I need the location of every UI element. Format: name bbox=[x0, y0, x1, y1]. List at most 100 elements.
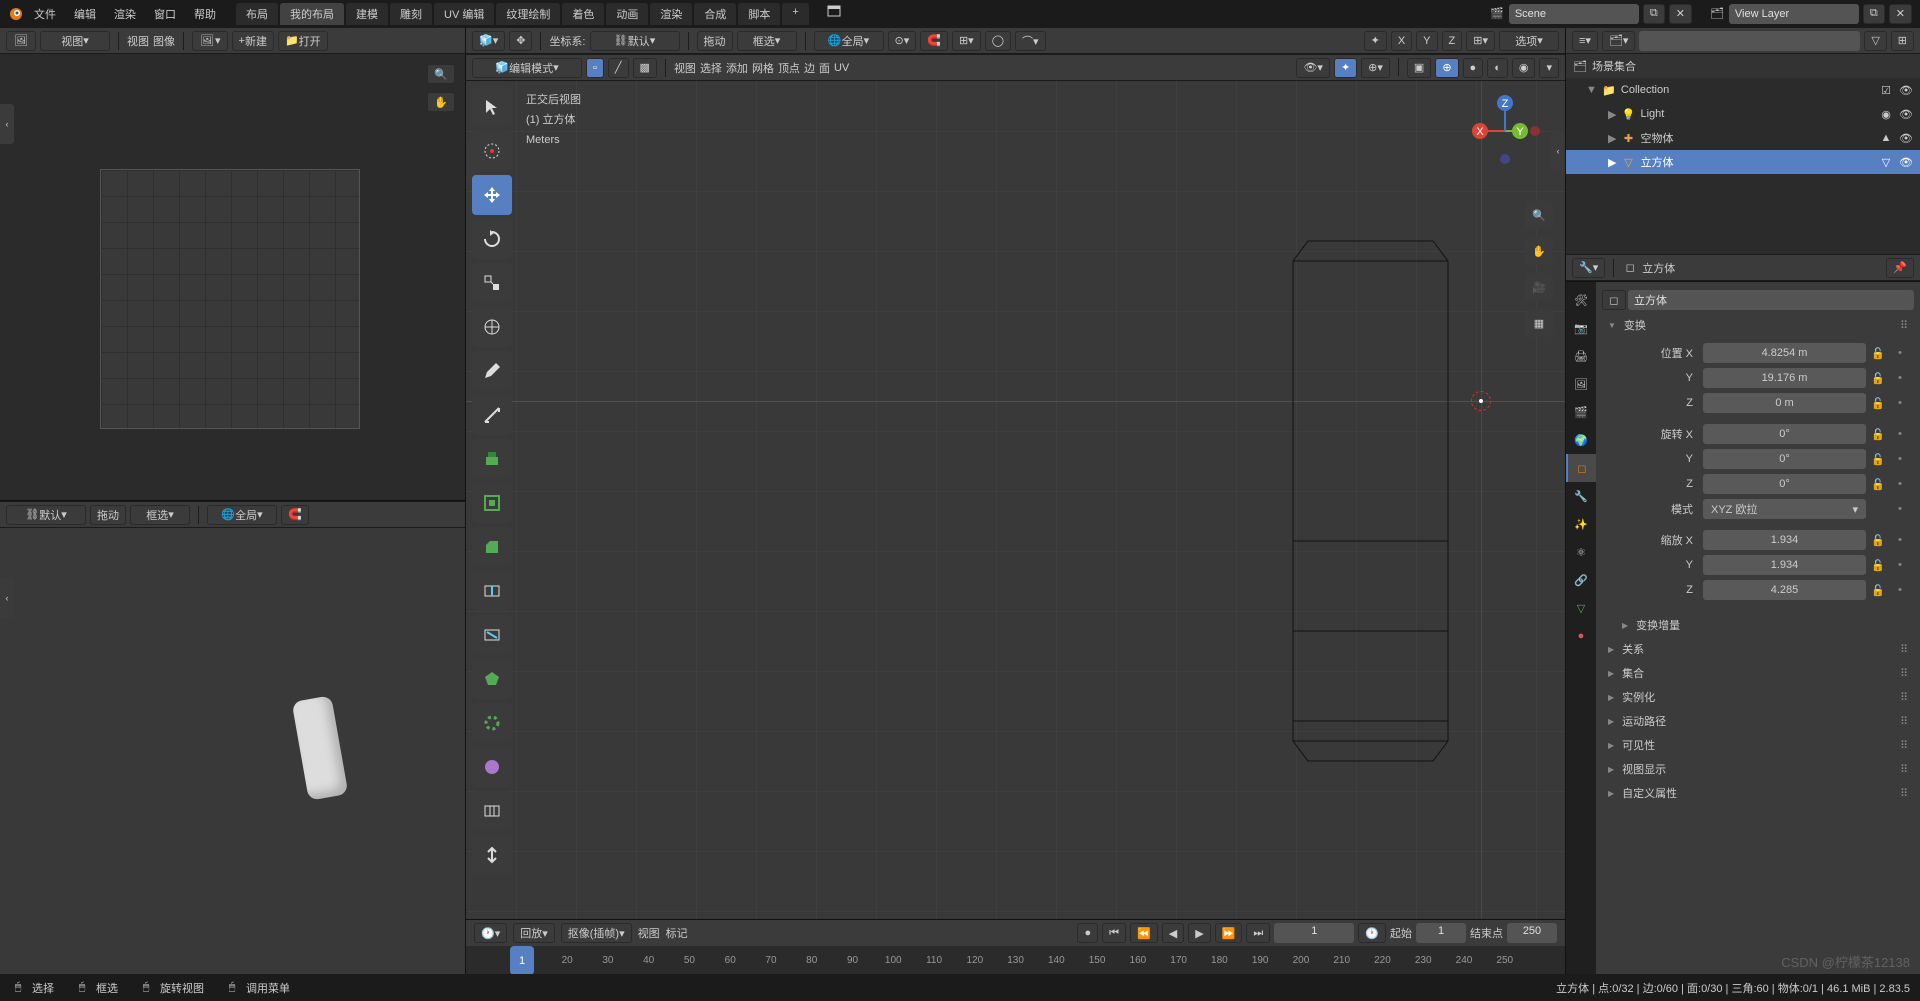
anim-dot-icon[interactable]: • bbox=[1890, 474, 1910, 494]
menu-help[interactable]: 帮助 bbox=[186, 2, 224, 26]
uv-editor-viewport[interactable]: ‹ 🔍 ✋ bbox=[0, 54, 465, 501]
tool-polybuild[interactable] bbox=[472, 659, 512, 699]
tool-transform[interactable] bbox=[472, 307, 512, 347]
vp-menu-add[interactable]: 添加 bbox=[726, 60, 748, 76]
scale-x-field[interactable]: 1.934 bbox=[1703, 530, 1866, 550]
panel-transform[interactable]: 变换⠿ bbox=[1602, 313, 1914, 337]
panel-custom[interactable]: 自定义属性⠿ bbox=[1602, 781, 1914, 805]
layer-delete-button[interactable]: ✕ bbox=[1889, 4, 1912, 24]
ptab-constraint[interactable]: 🔗 bbox=[1566, 566, 1596, 594]
transform-space-dropdown[interactable]: 🌐 全局 ▾ bbox=[814, 31, 884, 51]
panel-relations[interactable]: 关系⠿ bbox=[1602, 637, 1914, 661]
tool-smooth[interactable] bbox=[472, 747, 512, 787]
timeline-playhead[interactable]: 1 bbox=[510, 946, 534, 975]
visibility-dropdown[interactable]: 👁▾ bbox=[1296, 58, 1330, 78]
ptab-world[interactable]: 🌍 bbox=[1566, 426, 1596, 454]
orient-dropdown[interactable]: ⛓ 默认 ▾ bbox=[590, 31, 680, 51]
ptab-physics[interactable]: ⚛ bbox=[1566, 538, 1596, 566]
play-button[interactable]: ▶ bbox=[1188, 923, 1210, 943]
timeline-keying-dropdown[interactable]: 抠像(插帧) ▾ bbox=[561, 923, 632, 943]
viewlayer-name-field[interactable] bbox=[1729, 4, 1859, 24]
anim-dot-icon[interactable]: • bbox=[1890, 499, 1910, 519]
tool-select[interactable] bbox=[472, 87, 512, 127]
current-frame-field[interactable]: 1 bbox=[1274, 923, 1354, 943]
vp-menu-edge[interactable]: 边 bbox=[804, 60, 815, 76]
tool-extrude[interactable] bbox=[472, 439, 512, 479]
tool-spin[interactable] bbox=[472, 703, 512, 743]
anim-dot-icon[interactable]: • bbox=[1890, 449, 1910, 469]
uv-sidebar-toggle[interactable]: ‹ bbox=[0, 104, 14, 144]
ptab-output[interactable]: 🖨 bbox=[1566, 342, 1596, 370]
restrict-toggle-icon[interactable]: ☑ bbox=[1878, 82, 1894, 98]
timeline-editor-type[interactable]: 🕐▾ bbox=[474, 923, 507, 943]
gizmo-toggle[interactable]: ✦ bbox=[1364, 31, 1387, 51]
nav-gizmo[interactable]: X Y Z bbox=[1465, 91, 1545, 171]
loc-x-field[interactable]: 4.8254 m bbox=[1703, 343, 1866, 363]
outliner-search-field[interactable] bbox=[1639, 31, 1860, 51]
overlay-dropdown[interactable]: ⊞▾ bbox=[1466, 31, 1495, 51]
axis-z-toggle[interactable]: Z bbox=[1442, 31, 1463, 51]
scale-z-field[interactable]: 4.285 bbox=[1703, 580, 1866, 600]
editor-type-uv[interactable]: 🖼 bbox=[6, 31, 36, 51]
options-dropdown[interactable]: 选项 ▾ bbox=[1499, 31, 1559, 51]
object-data-icon-button[interactable]: ◻ bbox=[1602, 290, 1626, 310]
panel-delta[interactable]: 变换增量 bbox=[1602, 613, 1914, 637]
tab-my-layout[interactable]: 我的布局 bbox=[280, 3, 344, 25]
anim-dot-icon[interactable]: • bbox=[1890, 343, 1910, 363]
tool-measure[interactable] bbox=[472, 395, 512, 435]
menu-render[interactable]: 渲染 bbox=[106, 2, 144, 26]
overlay-visibility[interactable]: ⊕▾ bbox=[1361, 58, 1390, 78]
tool-rotate[interactable] bbox=[472, 219, 512, 259]
editor-type-3dview[interactable]: 🧊▾ bbox=[472, 31, 505, 51]
outliner-row-empty[interactable]: ▶ ✚ 空物体 ▲ 👁 bbox=[1566, 126, 1920, 150]
tool-bevel[interactable] bbox=[472, 527, 512, 567]
axis-y-toggle[interactable]: Y bbox=[1416, 31, 1437, 51]
outliner-display-mode[interactable]: 🗂▾ bbox=[1602, 31, 1636, 51]
nav-zoom-button[interactable]: 🔍 bbox=[1525, 201, 1553, 229]
uv-pan-button[interactable]: ✋ bbox=[427, 92, 455, 112]
tool-scale[interactable] bbox=[472, 263, 512, 303]
lock-icon[interactable]: 🔓 bbox=[1868, 449, 1888, 469]
menu-file[interactable]: 文件 bbox=[26, 2, 64, 26]
vp-sidebar-toggle[interactable]: ‹ bbox=[1551, 131, 1565, 171]
timeline-ruler[interactable]: 1 10203040506070809010011012013014015016… bbox=[466, 946, 1565, 975]
play-reverse-button[interactable]: ◀ bbox=[1162, 923, 1184, 943]
layer-browse-button[interactable]: ⧉ bbox=[1863, 4, 1885, 24]
viewport-3d[interactable]: ‹ ‹ 正交后视图 (1) 立方体 Meters bbox=[466, 81, 1565, 919]
object-name-field[interactable] bbox=[1628, 290, 1914, 310]
face-select-mode[interactable]: ▩ bbox=[633, 58, 657, 78]
jump-start-button[interactable]: ⏮ bbox=[1102, 923, 1126, 943]
mode-dropdown[interactable]: 🧊 编辑模式 ▾ bbox=[472, 58, 582, 78]
panel-viewdisplay[interactable]: 视图显示⠿ bbox=[1602, 757, 1914, 781]
properties-pin-button[interactable]: 📌 bbox=[1886, 258, 1914, 278]
tool-edgeslide[interactable] bbox=[472, 791, 512, 831]
ptab-viewlayer[interactable]: 🖼 bbox=[1566, 370, 1596, 398]
preview-snap-button[interactable]: 🧲 bbox=[281, 505, 309, 525]
eye-icon[interactable]: 👁 bbox=[1898, 82, 1914, 98]
rot-mode-dropdown[interactable]: XYZ 欧拉▾ bbox=[1703, 499, 1866, 519]
tool-shrink[interactable] bbox=[472, 835, 512, 875]
preview-sidebar-toggle[interactable]: ‹ bbox=[0, 578, 14, 618]
nav-persp-button[interactable]: ▦ bbox=[1525, 309, 1553, 337]
axis-x-toggle[interactable]: X bbox=[1391, 31, 1412, 51]
light-data-icon[interactable]: ◉ bbox=[1878, 106, 1894, 122]
tab-texpaint[interactable]: 纹理绘制 bbox=[496, 3, 560, 25]
preview-pivot-dropdown[interactable]: 🌐 全局 ▾ bbox=[207, 505, 277, 525]
jump-end-button[interactable]: ⏭ bbox=[1246, 923, 1270, 943]
loc-y-field[interactable]: 19.176 m bbox=[1703, 368, 1866, 388]
vp-menu-view[interactable]: 视图 bbox=[674, 60, 696, 76]
pivot-dropdown[interactable]: ⊙▾ bbox=[888, 31, 917, 51]
ptab-tool[interactable]: 🛠 bbox=[1566, 286, 1596, 314]
uv-mode-dropdown[interactable]: 视图 ▾ bbox=[40, 31, 110, 51]
anim-dot-icon[interactable]: • bbox=[1890, 368, 1910, 388]
ptab-render[interactable]: 📷 bbox=[1566, 314, 1596, 342]
empty-data-icon[interactable]: ▲ bbox=[1878, 130, 1894, 146]
vp-menu-vertex[interactable]: 顶点 bbox=[778, 60, 800, 76]
rot-y-field[interactable]: 0° bbox=[1703, 449, 1866, 469]
menu-edit[interactable]: 编辑 bbox=[66, 2, 104, 26]
snap-dropdown[interactable]: ⊞▾ bbox=[952, 31, 981, 51]
rot-z-field[interactable]: 0° bbox=[1703, 474, 1866, 494]
edge-select-mode[interactable]: ╱ bbox=[608, 58, 629, 78]
tab-modeling[interactable]: 建模 bbox=[346, 3, 388, 25]
lock-icon[interactable]: 🔓 bbox=[1868, 424, 1888, 444]
